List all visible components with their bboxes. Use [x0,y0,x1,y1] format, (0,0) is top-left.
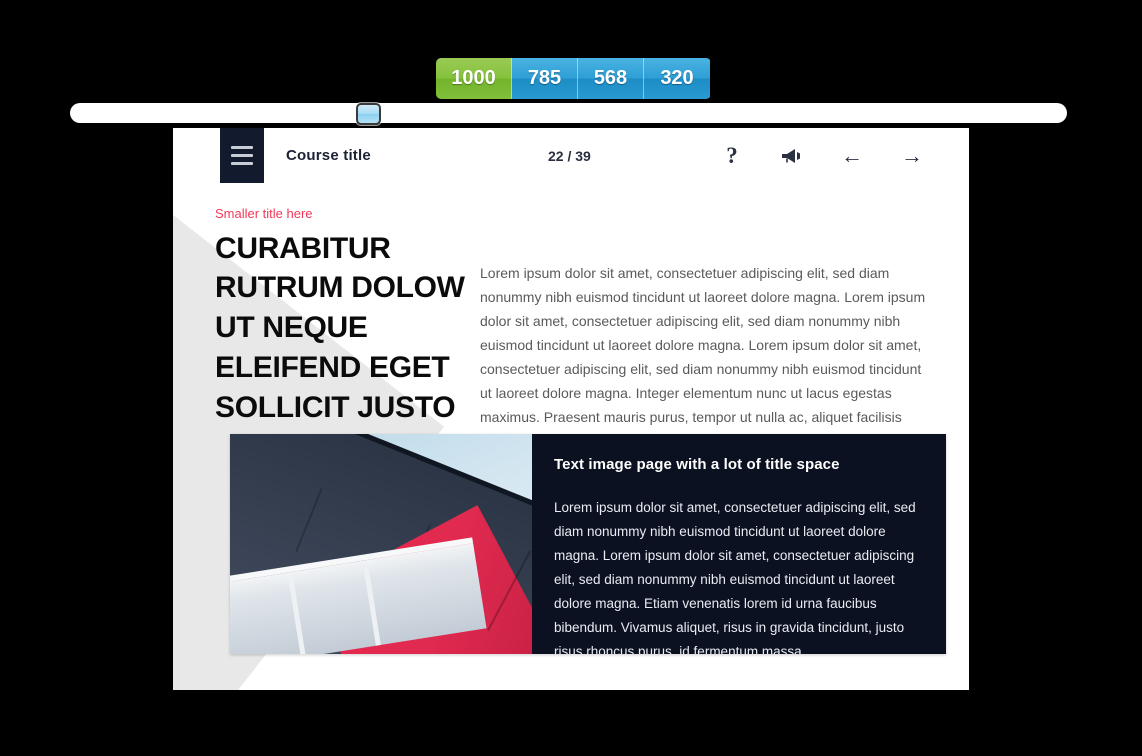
card-title: Text image page with a lot of title spac… [554,456,840,473]
media-text-card: Text image page with a lot of title spac… [230,434,946,654]
card-body-text: Lorem ipsum dolor sit amet, consectetuer… [554,500,916,654]
segment-value-bar[interactable]: 1000 785 568 320 [436,58,711,99]
help-icon[interactable]: ? [719,143,745,169]
architecture-photo [230,434,532,654]
previous-arrow-icon[interactable]: ← [839,143,865,169]
hamburger-menu-icon[interactable] [220,128,264,183]
segment-option-1[interactable]: 785 [512,58,578,99]
segment-option-2[interactable]: 568 [578,58,644,99]
next-arrow-icon[interactable]: → [899,143,925,169]
slide-right-column: Lorem ipsum dolor sit amet, consectetuer… [480,261,932,430]
slide-body-text: Lorem ipsum dolor sit amet, consectetuer… [480,265,926,426]
photo-window-mullion-1 [288,577,306,654]
slide-left-column: Smaller title here CURABITUR RUTRUM DOLO… [215,206,470,428]
viewer-toolbar: Course title 22 / 39 ? ← → [173,128,969,183]
page-counter: 22 / 39 [548,147,591,164]
segment-option-0[interactable]: 1000 [436,58,512,99]
volume-icon-svg [782,148,800,163]
segment-option-3[interactable]: 320 [644,58,710,99]
toolbar-icon-group: ? ← → [719,143,925,169]
slide-kicker: Smaller title here [215,206,313,221]
width-slider-handle[interactable] [356,103,381,125]
volume-icon[interactable] [779,143,805,169]
width-slider-track[interactable] [70,103,1067,123]
slide-headline: CURABITUR RUTRUM DOLOW UT NEQUE ELEIFEND… [215,231,465,425]
slide-content: Smaller title here CURABITUR RUTRUM DOLO… [173,183,969,690]
dark-text-panel: Text image page with a lot of title spac… [532,434,946,654]
photo-window-mullion-2 [363,565,381,646]
course-title: Course title [286,147,371,164]
course-viewer-window: Course title 22 / 39 ? ← → Smaller title… [173,128,969,690]
